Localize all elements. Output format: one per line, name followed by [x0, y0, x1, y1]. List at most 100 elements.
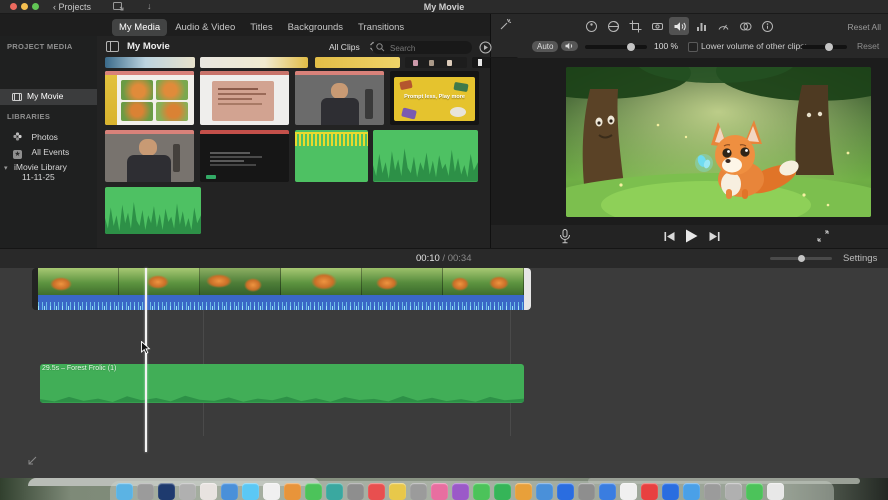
reset-all-button[interactable]: Reset All — [847, 22, 881, 32]
mute-button[interactable] — [561, 41, 578, 51]
dock-app-icon[interactable] — [578, 483, 595, 500]
timeline-zoom-knob[interactable] — [798, 255, 805, 262]
dock-app-icon[interactable] — [116, 483, 133, 500]
sidebar-item-library-date[interactable]: 11-11-25 — [22, 172, 55, 182]
dock-app-icon[interactable] — [389, 483, 406, 500]
clip-volume-slider[interactable] — [585, 43, 647, 51]
media-thumbnail-document[interactable] — [200, 71, 289, 125]
auto-volume-button[interactable]: Auto — [532, 41, 559, 52]
color-wheel-icon[interactable] — [581, 17, 601, 35]
dock-app-icon[interactable] — [452, 483, 469, 500]
microphone-icon[interactable] — [559, 229, 571, 244]
play-button[interactable] — [685, 229, 698, 243]
lower-volume-knob[interactable] — [825, 43, 833, 51]
timeline-corner-icon — [28, 456, 37, 465]
dock-app-icon[interactable] — [557, 483, 574, 500]
skip-back-button[interactable] — [664, 231, 675, 242]
media-thumbnail[interactable] — [405, 57, 467, 68]
media-thumbnail-terminal[interactable] — [200, 130, 289, 182]
search-field[interactable] — [372, 41, 472, 56]
dock-app-icon[interactable] — [494, 483, 511, 500]
dock-app-icon[interactable] — [725, 483, 742, 500]
speed-icon[interactable] — [713, 17, 733, 35]
project-media-header: PROJECT MEDIA — [7, 42, 73, 51]
dock-app-icon[interactable] — [242, 483, 259, 500]
playhead[interactable] — [145, 268, 147, 452]
timeline-settings-button[interactable]: Settings — [843, 253, 877, 264]
color-balance-icon[interactable] — [603, 17, 623, 35]
dock-app-icon[interactable] — [536, 483, 553, 500]
dock-app-icon[interactable] — [221, 483, 238, 500]
video-audio-strip[interactable] — [38, 295, 524, 310]
background-music-clip[interactable]: 29.5s – Forest Frolic (1) — [40, 364, 524, 403]
video-clip-right-handle[interactable] — [524, 268, 531, 310]
skip-forward-button[interactable] — [709, 231, 720, 242]
dock-app-icon[interactable] — [179, 483, 196, 500]
volume-tool-icon[interactable] — [669, 17, 689, 35]
media-thumbnail-fox-grid[interactable] — [105, 71, 194, 125]
dock-app-icon[interactable] — [368, 483, 385, 500]
media-tabbar: My Media Audio & Video Titles Backgrounds Tr… — [0, 14, 490, 36]
chevron-down-icon: ▾ — [4, 165, 8, 172]
lower-volume-slider[interactable] — [801, 43, 847, 51]
tab-backgrounds[interactable]: Backgrounds — [281, 19, 350, 36]
preview-image[interactable] — [566, 67, 871, 217]
dock-app-icon[interactable] — [620, 483, 637, 500]
dock-app-icon[interactable] — [326, 483, 343, 500]
dock-app-icon[interactable] — [410, 483, 427, 500]
dock-app-icon[interactable] — [263, 483, 280, 500]
reset-button[interactable]: Reset — [857, 41, 879, 51]
tab-my-media[interactable]: My Media — [112, 19, 168, 36]
media-thumbnail-audio-1[interactable] — [295, 130, 368, 182]
dock-app-icon[interactable] — [704, 483, 721, 500]
film-icon — [12, 93, 22, 101]
filmstrip-frame — [443, 268, 524, 295]
timeline-zoom-slider[interactable] — [770, 255, 832, 262]
media-thumbnail-audio-2[interactable] — [373, 130, 478, 182]
dock-app-icon[interactable] — [284, 483, 301, 500]
dock-app-icon[interactable] — [137, 483, 154, 500]
timecode-current: 00:10 — [416, 253, 440, 264]
sidebar-toggle-icon[interactable] — [106, 41, 119, 52]
fullscreen-expand-icon[interactable] — [817, 230, 829, 242]
lower-volume-checkbox[interactable] — [688, 42, 698, 52]
dock-app-icon[interactable] — [746, 483, 763, 500]
sidebar-item-my-movie[interactable]: My Movie — [0, 89, 97, 105]
browser-title: My Movie — [127, 41, 170, 52]
dock-app-icon[interactable] — [200, 483, 217, 500]
media-thumbnail-presenter[interactable] — [295, 71, 384, 125]
dock-app-icon[interactable] — [599, 483, 616, 500]
dock-app-icon[interactable] — [515, 483, 532, 500]
auto-enhance-wand-icon[interactable] — [499, 18, 512, 31]
stabilization-icon[interactable] — [647, 17, 667, 35]
dock-app-icon[interactable] — [305, 483, 322, 500]
browser-play-button[interactable] — [479, 41, 492, 54]
dock-app-icon[interactable] — [662, 483, 679, 500]
dock-app-icon[interactable] — [641, 483, 658, 500]
dock-app-icon[interactable] — [683, 483, 700, 500]
dock-app-icon[interactable] — [767, 483, 784, 500]
tab-transitions[interactable]: Transitions — [351, 19, 411, 36]
window-title: My Movie — [423, 2, 465, 12]
noise-reduction-icon[interactable] — [691, 17, 711, 35]
dock — [110, 481, 834, 500]
video-track-filmstrip[interactable] — [38, 268, 524, 295]
media-thumbnail-audio-3[interactable] — [105, 187, 201, 234]
tab-titles[interactable]: Titles — [243, 19, 279, 36]
media-thumbnail[interactable] — [105, 57, 195, 68]
tab-audio-video[interactable]: Audio & Video — [168, 19, 242, 36]
crop-icon[interactable] — [625, 17, 645, 35]
media-thumbnail[interactable] — [200, 57, 308, 68]
info-icon[interactable] — [757, 17, 777, 35]
clips-filter-dropdown[interactable]: All Clips — [329, 42, 360, 52]
effects-icon[interactable] — [735, 17, 755, 35]
media-thumbnail-presenter-2[interactable] — [105, 130, 194, 182]
clip-volume-knob[interactable] — [627, 43, 635, 51]
dock-app-icon[interactable] — [431, 483, 448, 500]
dock-app-icon[interactable] — [158, 483, 175, 500]
media-thumbnail-prompt-card[interactable]: Prompt less, Play more — [390, 71, 479, 125]
dock-app-icon[interactable] — [473, 483, 490, 500]
search-input[interactable] — [388, 41, 470, 56]
dock-app-icon[interactable] — [347, 483, 364, 500]
media-thumbnail[interactable] — [315, 57, 400, 68]
